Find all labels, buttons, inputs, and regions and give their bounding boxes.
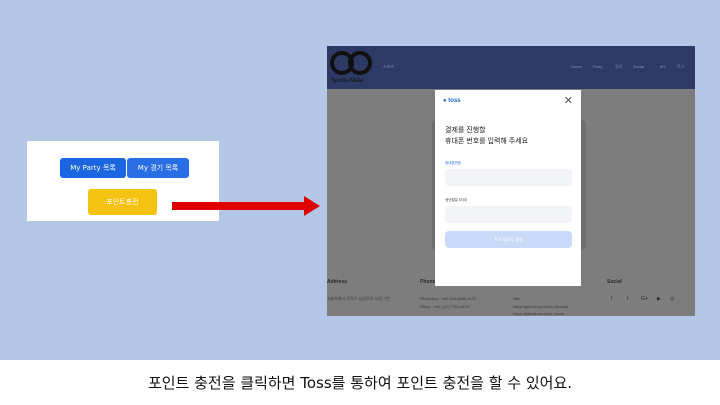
nav-item-my[interactable]: MY — [660, 64, 666, 69]
footer-address-title: Address — [327, 279, 348, 285]
nav-item-home[interactable]: Home — [571, 64, 582, 69]
toss-logo: ● toss — [443, 98, 461, 104]
modal-title-line-1: 결제를 진행할 — [445, 127, 486, 134]
twitter-icon[interactable]: t — [627, 296, 628, 302]
footer-phone-title: Phone — [420, 279, 436, 285]
modal-title: 결제를 진행할 휴대폰 번호를 입력해 주세요 — [445, 125, 528, 147]
phone-number-label: 휴대폰번호 — [445, 161, 462, 165]
phone-number-input[interactable] — [445, 169, 572, 186]
birth-date-input[interactable] — [445, 206, 572, 223]
toss-payment-screenshot: Sports Mate 스포츠 Home Party 경기 Social MY … — [327, 46, 695, 316]
footer-address-text: 서울특별시 강북구 삼양로로 38길 7번 — [327, 296, 390, 301]
footer-phone-line-1: Reception : +82 010-5556-1123 — [420, 296, 477, 301]
my-party-list-button[interactable]: My Party 목록 — [60, 158, 126, 178]
site-navbar: Sports Mate 스포츠 Home Party 경기 Social MY … — [327, 46, 695, 89]
nav-item-game[interactable]: 경기 — [615, 64, 622, 70]
slide-background: My Party 목록 My 경기 목록 포인트충전 Sports Mate 스… — [0, 0, 720, 360]
footer-phone-line-2: Office : +82 (10) 7753-4413 — [420, 304, 469, 309]
footer-site-label: Site : — [513, 296, 523, 301]
modal-title-line-2: 휴대폰 번호를 입력해 주세요 — [445, 138, 529, 145]
nav-item-party[interactable]: Party — [593, 64, 602, 69]
my-game-list-button[interactable]: My 경기 목록 — [127, 158, 189, 178]
brand-name: Sports Mate — [331, 78, 364, 84]
footer-site-link-1[interactable]: https://github.com/Han-Seoade — [513, 304, 568, 309]
red-arrow-icon — [172, 196, 320, 216]
close-icon[interactable]: ✕ — [564, 94, 573, 107]
point-charge-button[interactable]: 포인트충전 — [88, 189, 157, 215]
toss-payment-modal: ● toss ✕ 결제를 진행할 휴대폰 번호를 입력해 주세요 휴대폰번호 생… — [435, 90, 581, 286]
birth-date-label: 생년월일 6자리 — [445, 198, 468, 202]
nav-left-label: 스포츠 — [383, 64, 395, 69]
instagram-icon[interactable]: ◎ — [670, 296, 674, 302]
nav-item-logout[interactable]: 로그 — [677, 64, 684, 70]
footer-social-title: Social — [607, 279, 622, 285]
nav-item-social[interactable]: Social — [633, 64, 644, 69]
google-plus-icon[interactable]: G+ — [641, 296, 648, 302]
youtube-icon[interactable]: ▶ — [657, 296, 661, 302]
footer-site-link-2[interactable]: https://github.com/Lae.bocca — [513, 311, 564, 316]
slide-caption: 포인트 충전을 클릭하면 Toss를 통하여 포인트 충전을 할 수 있어요. — [0, 360, 720, 405]
facebook-icon[interactable]: f — [611, 296, 612, 302]
toss-pay-submit-button[interactable]: 토스 앱으로 결제 — [445, 231, 572, 248]
